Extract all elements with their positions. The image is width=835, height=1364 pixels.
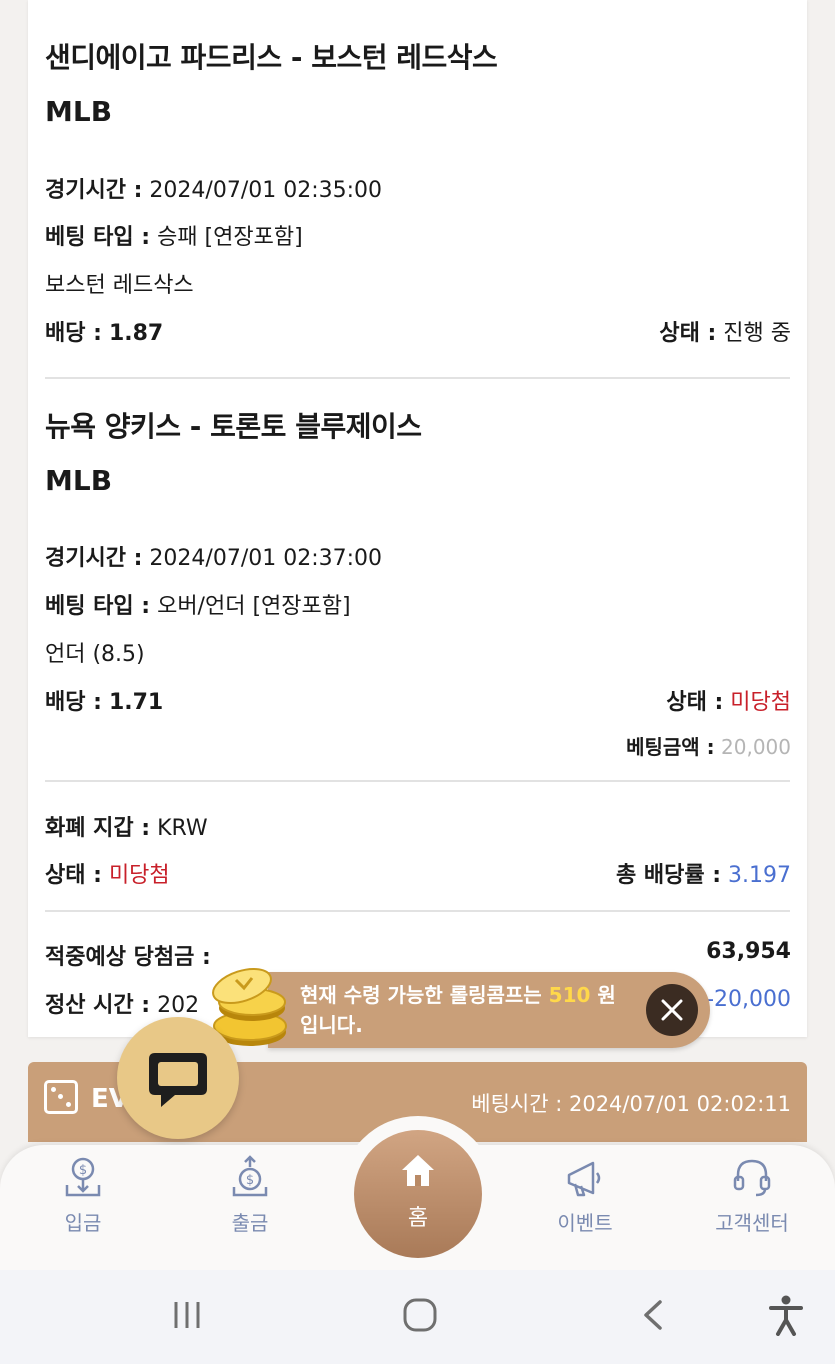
summary-status-label: 상태 :: [45, 863, 102, 888]
nav-support-label: 고객센터: [715, 1211, 789, 1235]
nav-support[interactable]: 고객센터: [697, 1155, 807, 1236]
bet-type-row: 베팅 타입 : 승패 [연장포함]: [45, 219, 303, 251]
home-button[interactable]: 홈: [354, 1130, 482, 1258]
total-odds-value: 3.197: [728, 863, 791, 888]
status-label: 상태 :: [666, 690, 724, 715]
bet-history-card: 샌디에이고 파드리스 - 보스턴 레드삭스 MLB 경기시간 : 2024/07…: [28, 0, 807, 1037]
game-time-row: 경기시간 : 2024/07/01 02:35:00: [45, 172, 382, 204]
accessibility-icon[interactable]: [768, 1294, 804, 1336]
settle-amount: -20,000: [706, 987, 791, 1012]
nav-withdraw-label: 출금: [231, 1211, 269, 1235]
divider: [45, 377, 790, 379]
chat-button[interactable]: [117, 1017, 239, 1139]
toast-close-button[interactable]: [646, 984, 698, 1036]
summary-status-value: 미당첨: [108, 863, 170, 888]
bet-pick: 보스턴 레드삭스: [45, 273, 194, 298]
bet-pick: 언더 (8.5): [45, 642, 145, 667]
status-value: 미당첨: [730, 690, 791, 715]
deposit-icon: $: [65, 1157, 101, 1197]
game-time-value: 2024/07/01 02:37:00: [149, 546, 383, 571]
status-row: 상태 : 진행 중: [659, 315, 791, 347]
total-odds-label: 총 배당률 :: [615, 863, 722, 888]
game-time-label: 경기시간 :: [45, 546, 143, 571]
expected-winnings-label: 적중예상 당첨금 :: [45, 945, 211, 970]
headset-icon: [733, 1159, 771, 1197]
nav-deposit[interactable]: $ 입금: [28, 1155, 138, 1236]
odds-label: 배당 :: [45, 321, 102, 346]
svg-text:$: $: [246, 1173, 254, 1188]
status-value: 진행 중: [723, 321, 791, 346]
bet-type-row: 베팅 타입 : 오버/언더 [연장포함]: [45, 588, 351, 620]
rolling-comp-toast[interactable]: 현재 수령 가능한 롤링콤프는 510 원 입니다.: [268, 972, 710, 1048]
nav-withdraw[interactable]: $ 출금: [195, 1155, 305, 1236]
toast-text-pre: 현재 수령 가능한 롤링콤프는: [300, 983, 542, 1007]
wallet-label: 화폐 지갑 :: [45, 816, 151, 841]
home-icon: [402, 1155, 434, 1186]
home-label: 홈: [407, 1206, 429, 1231]
divider: [45, 910, 790, 912]
settle-time-label: 정산 시간 :: [45, 993, 151, 1018]
status-row: 상태 : 미당첨: [666, 684, 791, 716]
league-label: MLB: [45, 464, 113, 497]
settle-time-row: 정산 시간 : 202: [45, 987, 199, 1019]
match-title: 뉴욕 양키스 - 토론토 블루제이스: [45, 410, 422, 443]
summary-status-row: 상태 : 미당첨: [45, 857, 170, 889]
bet-amount-value: 20,000: [721, 735, 791, 759]
status-label: 상태 :: [659, 321, 717, 346]
event-bet-time: 베팅시간 : 2024/07/01 02:02:11: [471, 1092, 791, 1116]
back-icon[interactable]: [638, 1298, 668, 1332]
nav-event[interactable]: 이벤트: [530, 1155, 640, 1236]
megaphone-icon: [567, 1161, 601, 1197]
bet-amount-label: 베팅금액 :: [626, 735, 715, 759]
expected-winnings-row: 적중예상 당첨금 :: [45, 939, 211, 971]
divider: [45, 780, 790, 782]
league-label: MLB: [45, 95, 113, 128]
total-odds-row: 총 배당률 : 3.197: [616, 857, 791, 889]
odds-row: 배당 : 1.87: [45, 315, 163, 347]
toast-amount: 510: [548, 983, 591, 1007]
wallet-value: KRW: [157, 816, 208, 841]
close-icon: [661, 999, 683, 1021]
odds-row: 배당 : 1.71: [45, 684, 163, 716]
odds-value: 1.87: [108, 321, 164, 346]
bet-type-label: 베팅 타입 :: [45, 594, 151, 619]
nav-deposit-label: 입금: [64, 1211, 102, 1235]
odds-label: 배당 :: [45, 690, 102, 715]
bet-type-value: 승패 [연장포함]: [157, 225, 303, 250]
system-navigation-bar: [0, 1270, 835, 1364]
expected-winnings-value: 63,954: [706, 939, 791, 964]
odds-value: 1.71: [108, 690, 164, 715]
toast-message: 현재 수령 가능한 롤링콤프는 510 원 입니다.: [300, 980, 640, 1040]
recent-apps-icon[interactable]: [170, 1298, 204, 1332]
chat-icon: [149, 1053, 207, 1107]
bet-type-label: 베팅 타입 :: [45, 225, 151, 250]
dice-icon: [44, 1080, 78, 1114]
bet-type-value: 오버/언더 [연장포함]: [157, 594, 351, 619]
wallet-row: 화폐 지갑 : KRW: [45, 810, 208, 842]
nav-event-label: 이벤트: [557, 1211, 613, 1235]
game-time-label: 경기시간 :: [45, 178, 143, 203]
match-title: 샌디에이고 파드리스 - 보스턴 레드삭스: [45, 41, 498, 74]
game-time-row: 경기시간 : 2024/07/01 02:37:00: [45, 540, 382, 572]
bet-amount-row: 베팅금액 : 20,000: [626, 731, 791, 760]
svg-text:$: $: [79, 1163, 87, 1178]
withdraw-icon: $: [232, 1155, 268, 1197]
game-time-value: 2024/07/01 02:35:00: [149, 178, 383, 203]
home-system-icon[interactable]: [400, 1296, 440, 1334]
